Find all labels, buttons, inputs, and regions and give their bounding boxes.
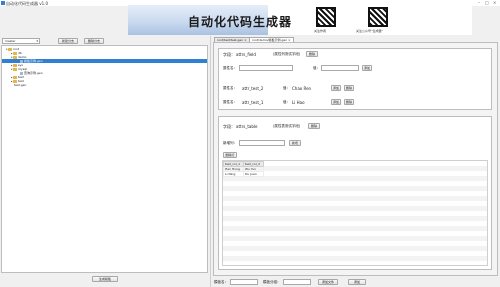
field-section: 字段： attrs_field (属性列测试字段) 删除 属性名： 值： 添加 …: [218, 48, 492, 110]
branch-select-value: master: [5, 39, 16, 43]
add-attr-button[interactable]: 添加: [362, 65, 372, 71]
add-attr-button[interactable]: 添加: [331, 99, 341, 105]
new-branch-button[interactable]: 新建分支: [58, 38, 78, 44]
attr-name: attr_test_2: [242, 86, 264, 91]
template-name-input[interactable]: [230, 279, 258, 285]
attr-value: Chao Ren: [292, 86, 312, 91]
attr-value-label: 值：: [313, 66, 320, 70]
table-section: 字段： attrs_table (属性表测试字段) 删除 新增列： 新增 删除行…: [218, 116, 492, 270]
attr-name-label: 属性名：: [223, 100, 237, 104]
generate-template-button[interactable]: 生成模板: [92, 276, 118, 282]
splitter[interactable]: [210, 36, 211, 287]
delete-attr-button[interactable]: 删除: [344, 85, 354, 91]
attr-name: attr_test_1: [242, 100, 264, 105]
delete-field-button[interactable]: 删除: [306, 51, 318, 57]
attr-value-label: 值：: [283, 86, 290, 90]
add-file-button[interactable]: 添加文件: [318, 279, 338, 285]
close-button[interactable]: ×: [493, 0, 496, 5]
editor-area: 字段： attrs_field (属性列测试字段) 删除 属性名： 值： 添加 …: [213, 42, 498, 276]
delete-branch-button[interactable]: 删除分支: [84, 38, 104, 44]
table-cell[interactable]: Du Juan: [243, 171, 264, 177]
banner: 自动化代码生成器 关注作者 关注公众号“生成器”: [128, 5, 472, 35]
table-row[interactable]: Li Ning Du Juan: [223, 171, 264, 177]
app-icon: [1, 1, 5, 5]
attr-value-input[interactable]: [321, 65, 359, 71]
attr-name-input[interactable]: [239, 65, 293, 71]
tree-item-selected[interactable]: 模板示例.gen: [2, 59, 207, 63]
template-name-label: 模板名：: [214, 280, 228, 284]
attr-table[interactable]: test_col_1 test_col_2 Han Hong Wu Yun Li…: [222, 160, 488, 266]
delete-field-button[interactable]: 删除: [308, 123, 320, 129]
attr-value-label: 值：: [283, 100, 290, 104]
new-column-label: 新增列：: [223, 141, 237, 145]
add-button[interactable]: 添加: [348, 279, 366, 285]
template-tree[interactable]: ▼ root ▶ db ▼ demo 模板示例.gen ▶ sys ▼ mysql 查询示…: [1, 45, 208, 273]
qr-caption-author: 关注作者: [314, 29, 327, 33]
add-column-button[interactable]: 新增: [289, 140, 301, 146]
qr-code-icon: [368, 7, 388, 27]
new-column-input[interactable]: [239, 140, 285, 146]
field-label: 字段：: [223, 52, 235, 57]
attr-name-label: 属性名：: [223, 86, 237, 90]
field-desc: (属性列测试字段): [273, 52, 301, 56]
minimize-button[interactable]: –: [478, 0, 480, 5]
tree-item[interactable]: test.gen: [14, 83, 26, 87]
field-desc: (属性表测试字段): [273, 124, 301, 128]
attr-value: Li Hao: [292, 100, 305, 105]
template-group-input[interactable]: [283, 279, 311, 285]
table-cell[interactable]: Li Ning: [223, 171, 244, 177]
chevron-down-icon: ▾: [36, 39, 38, 43]
folder-icon: [13, 67, 17, 71]
add-attr-button[interactable]: 添加: [331, 85, 341, 91]
window-title: 自动化代码生成器 v1.0: [6, 1, 48, 6]
attr-name-label: 属性名：: [223, 66, 237, 70]
qr-code-icon: [316, 7, 336, 27]
maximize-button[interactable]: □: [485, 0, 489, 5]
field-name: attrs_field: [236, 52, 256, 57]
branch-select[interactable]: master ▾: [2, 38, 40, 44]
banner-title: 自动化代码生成器: [188, 15, 293, 29]
delete-row-button[interactable]: 删除行: [223, 152, 237, 158]
qr-caption-wechat: 关注公众号“生成器”: [356, 29, 384, 33]
field-label: 字段：: [223, 124, 235, 129]
template-group-label: 模板分组：: [263, 280, 281, 284]
field-name: attrs_table: [236, 124, 258, 129]
delete-attr-button[interactable]: 删除: [344, 99, 354, 105]
